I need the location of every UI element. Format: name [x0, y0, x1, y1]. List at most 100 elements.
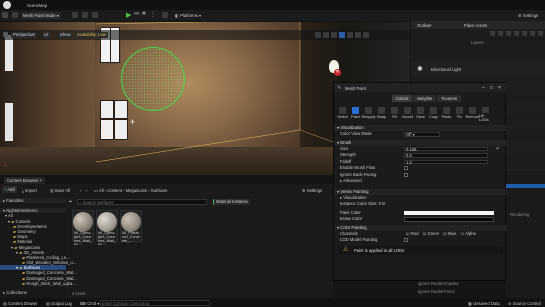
paint-color-swatch[interactable]	[404, 210, 494, 215]
blueprint-icon[interactable]	[82, 12, 88, 18]
filter-icon[interactable]	[490, 31, 495, 36]
angle-snap-icon[interactable]	[355, 31, 361, 38]
breadcrumb-item[interactable]: Megascans	[126, 188, 147, 193]
brush-flow-checkbox[interactable]	[404, 166, 408, 170]
content-drawer-button[interactable]: ▤ Content Drawer	[3, 301, 37, 306]
viewport-menu-icon[interactable]	[3, 31, 8, 37]
select-icon	[339, 107, 346, 114]
launch-icon[interactable]	[162, 12, 168, 18]
source-control-button[interactable]: ⊘ Source Control	[508, 301, 541, 306]
tab-content-browser[interactable]: Content Browser ×	[4, 177, 45, 184]
filter-icon[interactable]: ⏷	[69, 199, 72, 204]
breadcrumb-item[interactable]: Content	[107, 188, 122, 193]
stop-icon[interactable]: ■	[142, 11, 146, 17]
breadcrumb-item[interactable]: Surfaces	[151, 188, 168, 193]
output-log-button[interactable]: ▤ Output Log	[46, 301, 72, 306]
lod-checkbox[interactable]	[404, 238, 408, 242]
tab-textures[interactable]: Textures	[437, 95, 461, 102]
advanced-expander[interactable]: ▸ Advanced	[334, 178, 507, 185]
tool-copy[interactable]: Copy	[427, 107, 440, 122]
sun-icon: ✺	[417, 66, 423, 73]
settings-icon[interactable]: ⚙ Settings	[302, 188, 322, 193]
strength-input[interactable]: 0.5	[404, 153, 488, 158]
unsaved-data-button[interactable]: ▦ Unsaved Data	[468, 301, 500, 306]
tool-reapply[interactable]: Reapply	[362, 107, 375, 122]
falloff-input[interactable]: 1.0	[404, 159, 488, 164]
tool-paste[interactable]: Paste	[440, 107, 453, 122]
tab-outliner[interactable]: Outliner	[417, 23, 432, 28]
tool-select[interactable]: Select	[336, 107, 349, 122]
console-input[interactable]: Enter Console Command	[100, 300, 210, 306]
light-icon[interactable]	[506, 31, 511, 36]
content-browser: Content Browser × + Add ⤓ Import 🖫 Save …	[0, 176, 333, 298]
warning-icon: ⚠	[343, 246, 349, 253]
camera-speed-icon[interactable]	[363, 31, 369, 38]
erase-color-swatch[interactable]	[404, 217, 494, 222]
maximize-icon[interactable]: □	[490, 85, 493, 91]
collections-header[interactable]: ▸ Collections	[3, 290, 27, 295]
cube-icon[interactable]	[498, 31, 503, 36]
asset-tile[interactable]: MI_Damaged_Concrete_Wall_ux...	[96, 210, 118, 246]
save-icon[interactable]	[2, 12, 8, 18]
transform-gizmo-icon[interactable]: ✛	[130, 119, 135, 126]
favorites-header[interactable]: ▸ Favorites	[0, 198, 66, 204]
tool-save[interactable]: Save	[414, 107, 427, 122]
settings-button[interactable]: ⚙ Settings	[518, 13, 538, 18]
asset-tile[interactable]: MI_Damaged_Concrete_Wall_ux...	[72, 210, 94, 246]
status-bar: ▤ Content Drawer ▤ Output Log ⌨ Cmd ▾ En…	[0, 299, 545, 307]
layers-label: Layers	[471, 40, 484, 45]
material-instance-filter[interactable]: Material Instance	[213, 198, 250, 205]
world-space-icon[interactable]	[339, 31, 345, 38]
tab-weights[interactable]: Weights	[413, 95, 437, 102]
tree-item-asset[interactable]: ▰ Rough_Brick_Wall_ugba...	[0, 281, 76, 286]
asset-tile[interactable]: MI_Plastered_Concrete_...	[120, 210, 142, 243]
cinematics-icon[interactable]	[92, 12, 98, 18]
cmd-button[interactable]: ⌨ Cmd ▾	[80, 301, 99, 306]
tool-remove[interactable]: Remove	[465, 107, 480, 122]
sphere-icon[interactable]	[522, 31, 527, 36]
step-icon[interactable]: ⏭	[134, 11, 139, 18]
color-view-mode-select[interactable]: Off ▾	[404, 132, 440, 137]
tab-place-actors[interactable]: Place Actors	[464, 23, 487, 28]
mode-dropdown[interactable]: Mesh Paint Mode ▾	[21, 12, 61, 19]
translate-icon[interactable]	[315, 31, 321, 38]
close-icon[interactable]: ×	[498, 85, 501, 91]
more-play-icon[interactable]: ⋮	[150, 11, 156, 18]
back-facing-checkbox[interactable]	[404, 172, 408, 177]
more-icon[interactable]	[538, 31, 543, 36]
tool-fix[interactable]: Fix	[453, 107, 466, 122]
size-input[interactable]: 0.196	[404, 146, 488, 151]
breadcrumb-item[interactable]: All	[99, 188, 104, 193]
lit-button[interactable]: Lit	[42, 31, 51, 38]
mesh-icon[interactable]	[514, 31, 519, 36]
outliner-row-directional-light[interactable]: ✺ Directional Light	[411, 62, 545, 76]
play-icon[interactable]: ▶	[126, 11, 131, 19]
tool-paint[interactable]: Paint	[349, 107, 362, 122]
platforms-button[interactable]: ◧ Platforms ▾	[175, 13, 201, 18]
show-button[interactable]: Show	[58, 31, 73, 38]
volume-icon[interactable]	[530, 31, 535, 36]
perspective-button[interactable]: Perspective	[11, 31, 37, 38]
select-mode-icon[interactable]	[12, 12, 18, 18]
mesh-paint-panel: ✎ Mesh Paint – □ × Colors Weights Textur…	[333, 82, 507, 281]
scalability-button[interactable]: Scalability: Low	[75, 31, 108, 38]
import-button[interactable]: ⤓ Import	[22, 188, 37, 193]
scale-icon[interactable]	[331, 31, 337, 38]
tool-import[interactable]: Import	[401, 107, 414, 122]
search-input[interactable]: ⌕ Search Surfaces	[77, 198, 207, 205]
tool-swap[interactable]: Swap	[375, 107, 388, 122]
transform-tools	[315, 31, 405, 38]
nav-forward-icon[interactable]: ›	[86, 188, 87, 193]
minimize-icon[interactable]: –	[482, 85, 485, 91]
nav-back-icon[interactable]: ‹	[80, 188, 81, 193]
grid-snap-icon[interactable]	[347, 31, 353, 38]
tab-colors[interactable]: Colors	[392, 95, 413, 102]
tool-fill[interactable]: Fill	[388, 107, 401, 122]
tool-ue-lods[interactable]: UE LODs	[479, 107, 492, 122]
rotate-icon[interactable]	[323, 31, 329, 38]
add-actor-icon[interactable]	[72, 12, 78, 18]
save-all-button[interactable]: 🖫 Save All	[50, 188, 70, 195]
add-button[interactable]: + Add	[2, 186, 17, 193]
title-bar: SceneMap	[0, 0, 545, 10]
import-icon	[404, 107, 411, 114]
